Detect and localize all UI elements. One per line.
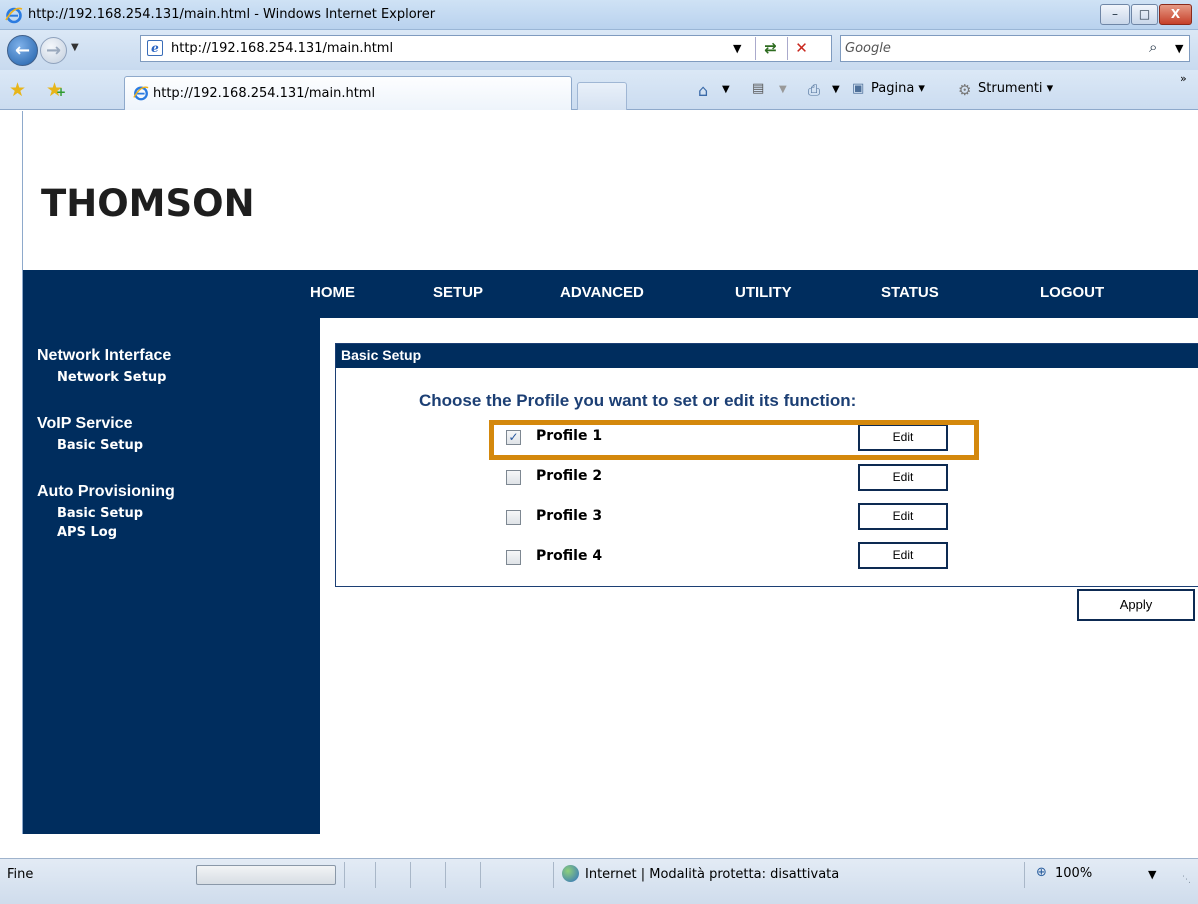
more-commands-icon[interactable]: » [1180,72,1187,85]
refresh-icon[interactable]: ⇄ [755,37,785,60]
sidebar-heading-auto-provisioning[interactable]: Auto Provisioning [37,483,175,501]
address-url[interactable]: http://192.168.254.131/main.html [171,41,393,56]
back-button[interactable]: ← [7,35,38,66]
profile-3-label: Profile 3 [536,508,603,524]
status-divider [410,862,411,888]
add-favorites-icon[interactable]: ★ + [46,79,66,101]
search-box[interactable]: ⌕ ▼ [840,35,1190,62]
home-dropdown-icon[interactable]: ▼ [722,84,730,95]
search-icon[interactable]: ⌕ [1149,38,1157,56]
globe-icon [562,865,579,882]
sidebar-item-aps-log[interactable]: APS Log [57,525,117,540]
zoom-dropdown-icon[interactable]: ▼ [1148,868,1156,881]
ie-logo-icon [5,7,23,24]
feeds-dropdown-icon[interactable]: ▼ [779,84,787,95]
search-input[interactable] [845,39,1135,58]
profile-4-edit-button[interactable]: Edit [858,542,948,569]
sidebar-item-network-setup[interactable]: Network Setup [57,370,166,385]
status-divider [445,862,446,888]
page-viewport: THOMSON HOME SETUP ADVANCED UTILITY STAT… [22,111,1198,834]
sidebar-heading-voip-service[interactable]: VoIP Service [37,415,132,433]
search-dropdown-icon[interactable]: ▼ [1175,42,1183,55]
home-icon[interactable]: ⌂ [698,81,708,100]
nav-utility[interactable]: UTILITY [735,284,792,301]
ie-logo-icon [133,86,149,101]
zoom-level[interactable]: 100% [1055,866,1092,881]
sidebar: Network Interface Network Setup VoIP Ser… [23,318,320,834]
page-menu-icon: ▣ [852,81,865,96]
minimize-button[interactable]: – [1100,4,1130,25]
stop-icon[interactable]: ✕ [787,37,815,60]
nav-home[interactable]: HOME [310,284,355,301]
progress-bar [196,865,336,885]
address-bar[interactable]: e http://192.168.254.131/main.html ▼ ⇄ ✕ [140,35,832,62]
profile-prompt: Choose the Profile you want to set or ed… [419,391,857,410]
forward-button[interactable]: → [40,37,67,64]
status-divider [375,862,376,888]
apply-button[interactable]: Apply [1077,589,1195,621]
thomson-logo: THOMSON [41,182,255,225]
tab-toolbar: ★ ★ + http://192.168.254.131/main.html ⌂ … [0,70,1198,110]
tools-gear-icon: ⚙ [958,81,972,99]
panel-title: Basic Setup [336,344,1198,368]
page-icon: e [147,40,163,56]
status-divider [344,862,345,888]
recent-pages-dropdown[interactable]: ▼ [71,42,79,53]
tab-label: http://192.168.254.131/main.html [153,86,376,101]
profile-3-checkbox[interactable] [506,510,521,525]
new-tab-button[interactable] [577,82,627,110]
nav-advanced[interactable]: ADVANCED [560,284,644,301]
nav-logout[interactable]: LOGOUT [1040,284,1104,301]
nav-setup[interactable]: SETUP [433,284,483,301]
profile-4-checkbox[interactable] [506,550,521,565]
print-dropdown-icon[interactable]: ▼ [832,84,840,95]
profile-4-label: Profile 4 [536,548,603,564]
tab-main[interactable]: http://192.168.254.131/main.html [124,76,572,110]
maximize-button[interactable]: □ [1131,4,1158,25]
status-bar: Fine Internet | Modalità protetta: disat… [0,858,1198,904]
back-arrow-icon: ← [14,40,31,61]
print-icon[interactable]: ⎙ [808,81,820,99]
address-dropdown-icon[interactable]: ▼ [733,42,741,55]
resize-grip-icon[interactable]: ⋱ [1182,875,1191,885]
sidebar-item-aps-basic-setup[interactable]: Basic Setup [57,506,143,521]
profile-1-highlight [489,420,979,460]
status-divider [480,862,481,888]
tools-menu-button[interactable]: Strumenti ▾ [978,81,1053,96]
zoom-icon[interactable]: ⊕ [1036,865,1047,880]
address-toolbar: ← → ▼ e http://192.168.254.131/main.html… [0,30,1198,70]
profile-3-edit-button[interactable]: Edit [858,503,948,530]
security-zone-text[interactable]: Internet | Modalità protetta: disattivat… [585,867,839,882]
feeds-icon[interactable]: ▤ [752,81,764,96]
window-title: http://192.168.254.131/main.html - Windo… [28,7,436,22]
profile-2-checkbox[interactable] [506,470,521,485]
nav-status[interactable]: STATUS [881,284,939,301]
top-navigation: HOME SETUP ADVANCED UTILITY STATUS LOGOU… [23,270,1198,318]
forward-arrow-icon: → [45,40,62,61]
window-titlebar: http://192.168.254.131/main.html - Windo… [0,0,1198,30]
basic-setup-panel: Basic Setup Choose the Profile you want … [335,343,1198,587]
status-divider [1024,862,1025,888]
favorites-star-icon[interactable]: ★ [9,79,26,101]
status-text: Fine [7,867,34,882]
sidebar-item-voip-basic-setup[interactable]: Basic Setup [57,438,143,453]
status-divider [553,862,554,888]
close-button[interactable]: X [1159,4,1192,25]
profile-2-label: Profile 2 [536,468,603,484]
sidebar-heading-network-interface[interactable]: Network Interface [37,347,171,365]
profile-2-edit-button[interactable]: Edit [858,464,948,491]
page-menu-button[interactable]: Pagina ▾ [871,81,925,96]
